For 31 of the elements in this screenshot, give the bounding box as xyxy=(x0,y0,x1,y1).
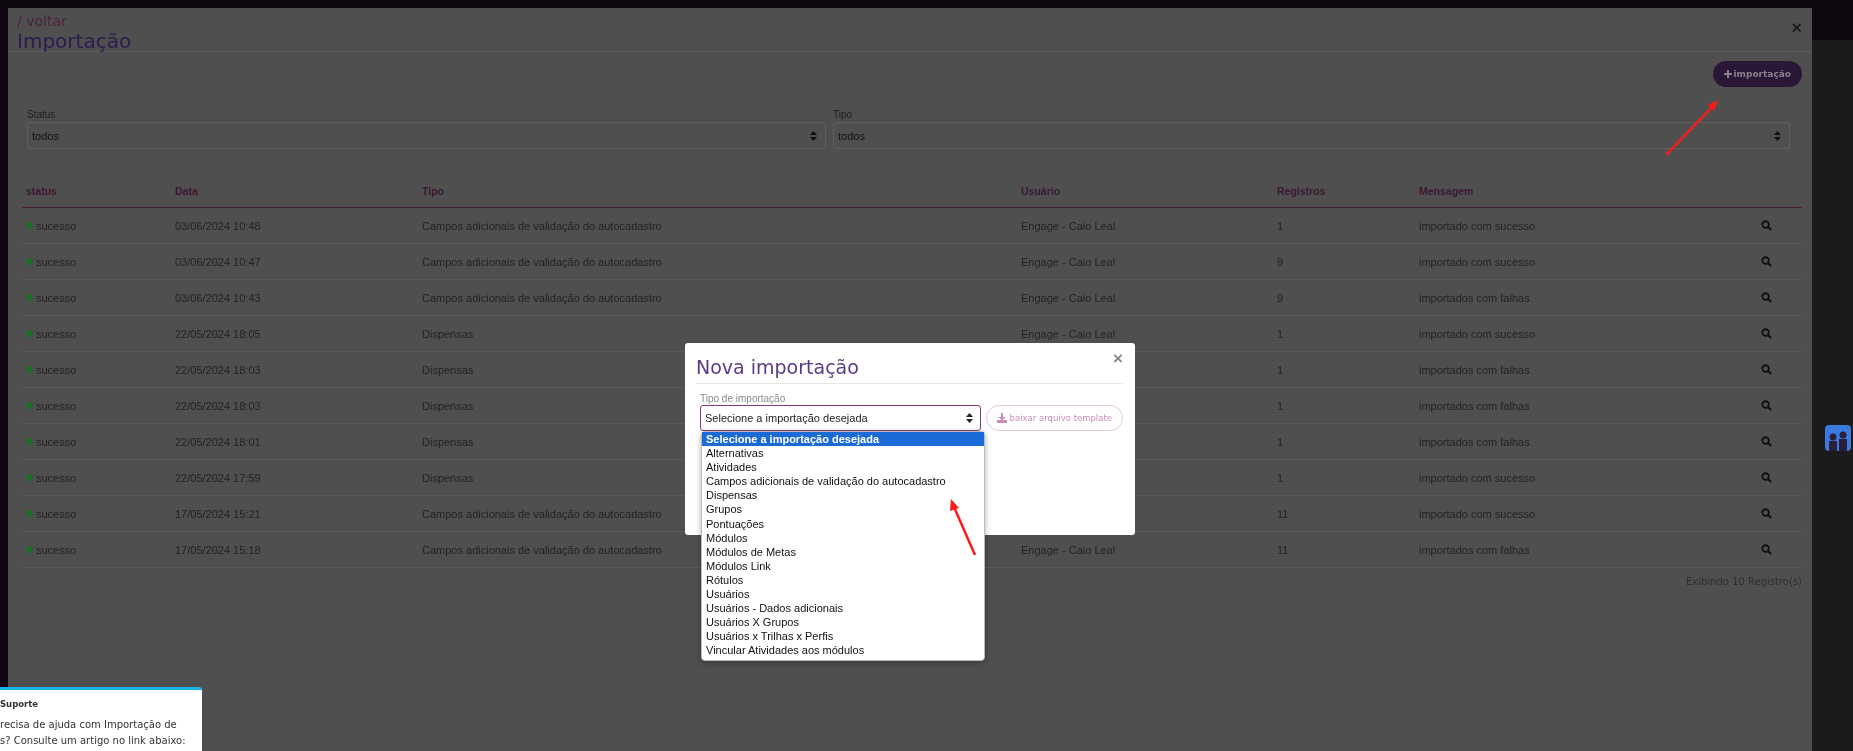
dropdown-option[interactable]: Módulos de Metas xyxy=(702,544,984,559)
dropdown-option[interactable]: Vincular Atividades aos módulos xyxy=(702,643,984,658)
column-header: status xyxy=(25,185,58,197)
dropdown-option[interactable]: Atividades xyxy=(702,460,984,475)
field-label: Tipo de importação xyxy=(700,393,787,404)
support-text: recisa de ajuda com Importação de xyxy=(0,718,178,732)
dropdown-option[interactable]: Campos adicionais de validação do autocadastro xyxy=(702,474,984,489)
dropdown-option[interactable]: Usuários X Grupos xyxy=(702,615,984,630)
column-header: Mensagem xyxy=(1418,185,1475,197)
dropdown-option[interactable]: Dispensas xyxy=(702,488,984,503)
dropdown-option[interactable]: Módulos xyxy=(702,530,984,545)
import-type-select[interactable]: Selecione a importação desejada xyxy=(700,405,981,431)
support-title: Suporte xyxy=(0,699,40,709)
dropdown-option[interactable]: Usuários x Trilhas x Perfis xyxy=(702,629,984,644)
column-header: Registros xyxy=(1276,185,1327,197)
dropdown-option[interactable]: Selecione a importação desejada xyxy=(702,432,984,447)
dropdown-option[interactable]: Alternativas xyxy=(702,446,984,461)
dropdown-option[interactable]: Usuários xyxy=(702,587,984,602)
column-header: Usuário xyxy=(1020,185,1062,197)
dropdown-option[interactable]: Usuários - Dados adicionais xyxy=(702,601,984,616)
new-import-button[interactable]: importação xyxy=(1712,61,1802,87)
dropdown-option[interactable]: Pontuações xyxy=(702,516,984,531)
modal-title: Nova importação xyxy=(696,355,859,378)
page-title: Importação xyxy=(17,29,132,53)
dropdown-option[interactable]: Módulos Link xyxy=(702,558,984,573)
dropdown-option[interactable]: Grupos xyxy=(702,502,984,517)
column-header: Data xyxy=(174,185,199,197)
column-header: Tipo xyxy=(421,185,445,197)
support-text: s? Consulte um artigo no link abaixo: xyxy=(0,734,187,748)
dropdown-option[interactable]: Rótulos xyxy=(702,572,984,588)
close-button[interactable]: × xyxy=(1113,349,1123,369)
